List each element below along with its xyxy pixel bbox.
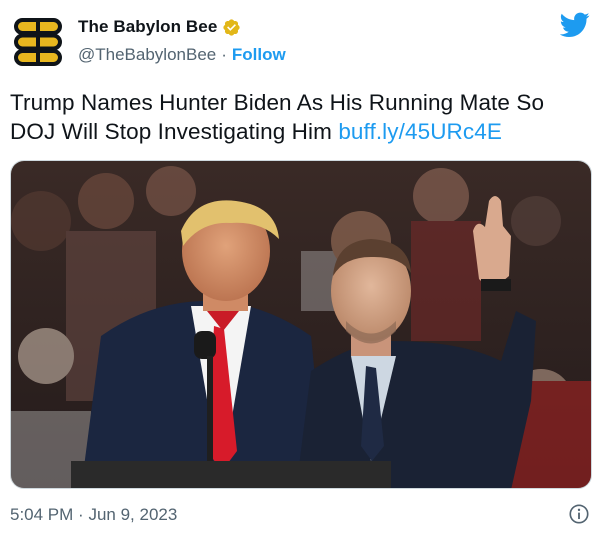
handle[interactable]: @TheBabylonBee: [78, 45, 216, 65]
date: Jun 9, 2023: [88, 505, 178, 524]
tweet-card: The Babylon Bee @TheBabylonBee · Follow …: [0, 0, 600, 533]
tweet-text: Trump Names Hunter Biden As His Running …: [10, 88, 590, 146]
bee-logo-icon[interactable]: [10, 14, 66, 70]
verified-badge-icon: [223, 18, 241, 36]
podium: [71, 461, 391, 488]
tweet-header: The Babylon Bee @TheBabylonBee · Follow: [10, 10, 590, 66]
separator: ·: [221, 45, 227, 64]
twitter-bird-icon[interactable]: [560, 12, 590, 38]
tweet-photo[interactable]: [10, 160, 592, 489]
tweet-footer: 5:04 PM · Jun 9, 2023: [10, 503, 590, 527]
footer-separator: ·: [78, 505, 84, 524]
time: 5:04 PM: [10, 505, 74, 524]
follow-button[interactable]: Follow: [232, 45, 286, 65]
name-row: The Babylon Bee: [78, 16, 286, 38]
display-name[interactable]: The Babylon Bee: [78, 17, 217, 37]
timestamp[interactable]: 5:04 PM · Jun 9, 2023: [10, 505, 177, 525]
info-icon[interactable]: [568, 503, 590, 525]
author-block: The Babylon Bee @TheBabylonBee · Follow: [78, 16, 286, 65]
tweet-link[interactable]: buff.ly/45URc4E: [338, 119, 502, 144]
handle-row: @TheBabylonBee · Follow: [78, 45, 286, 65]
rally-photo: [11, 161, 591, 488]
